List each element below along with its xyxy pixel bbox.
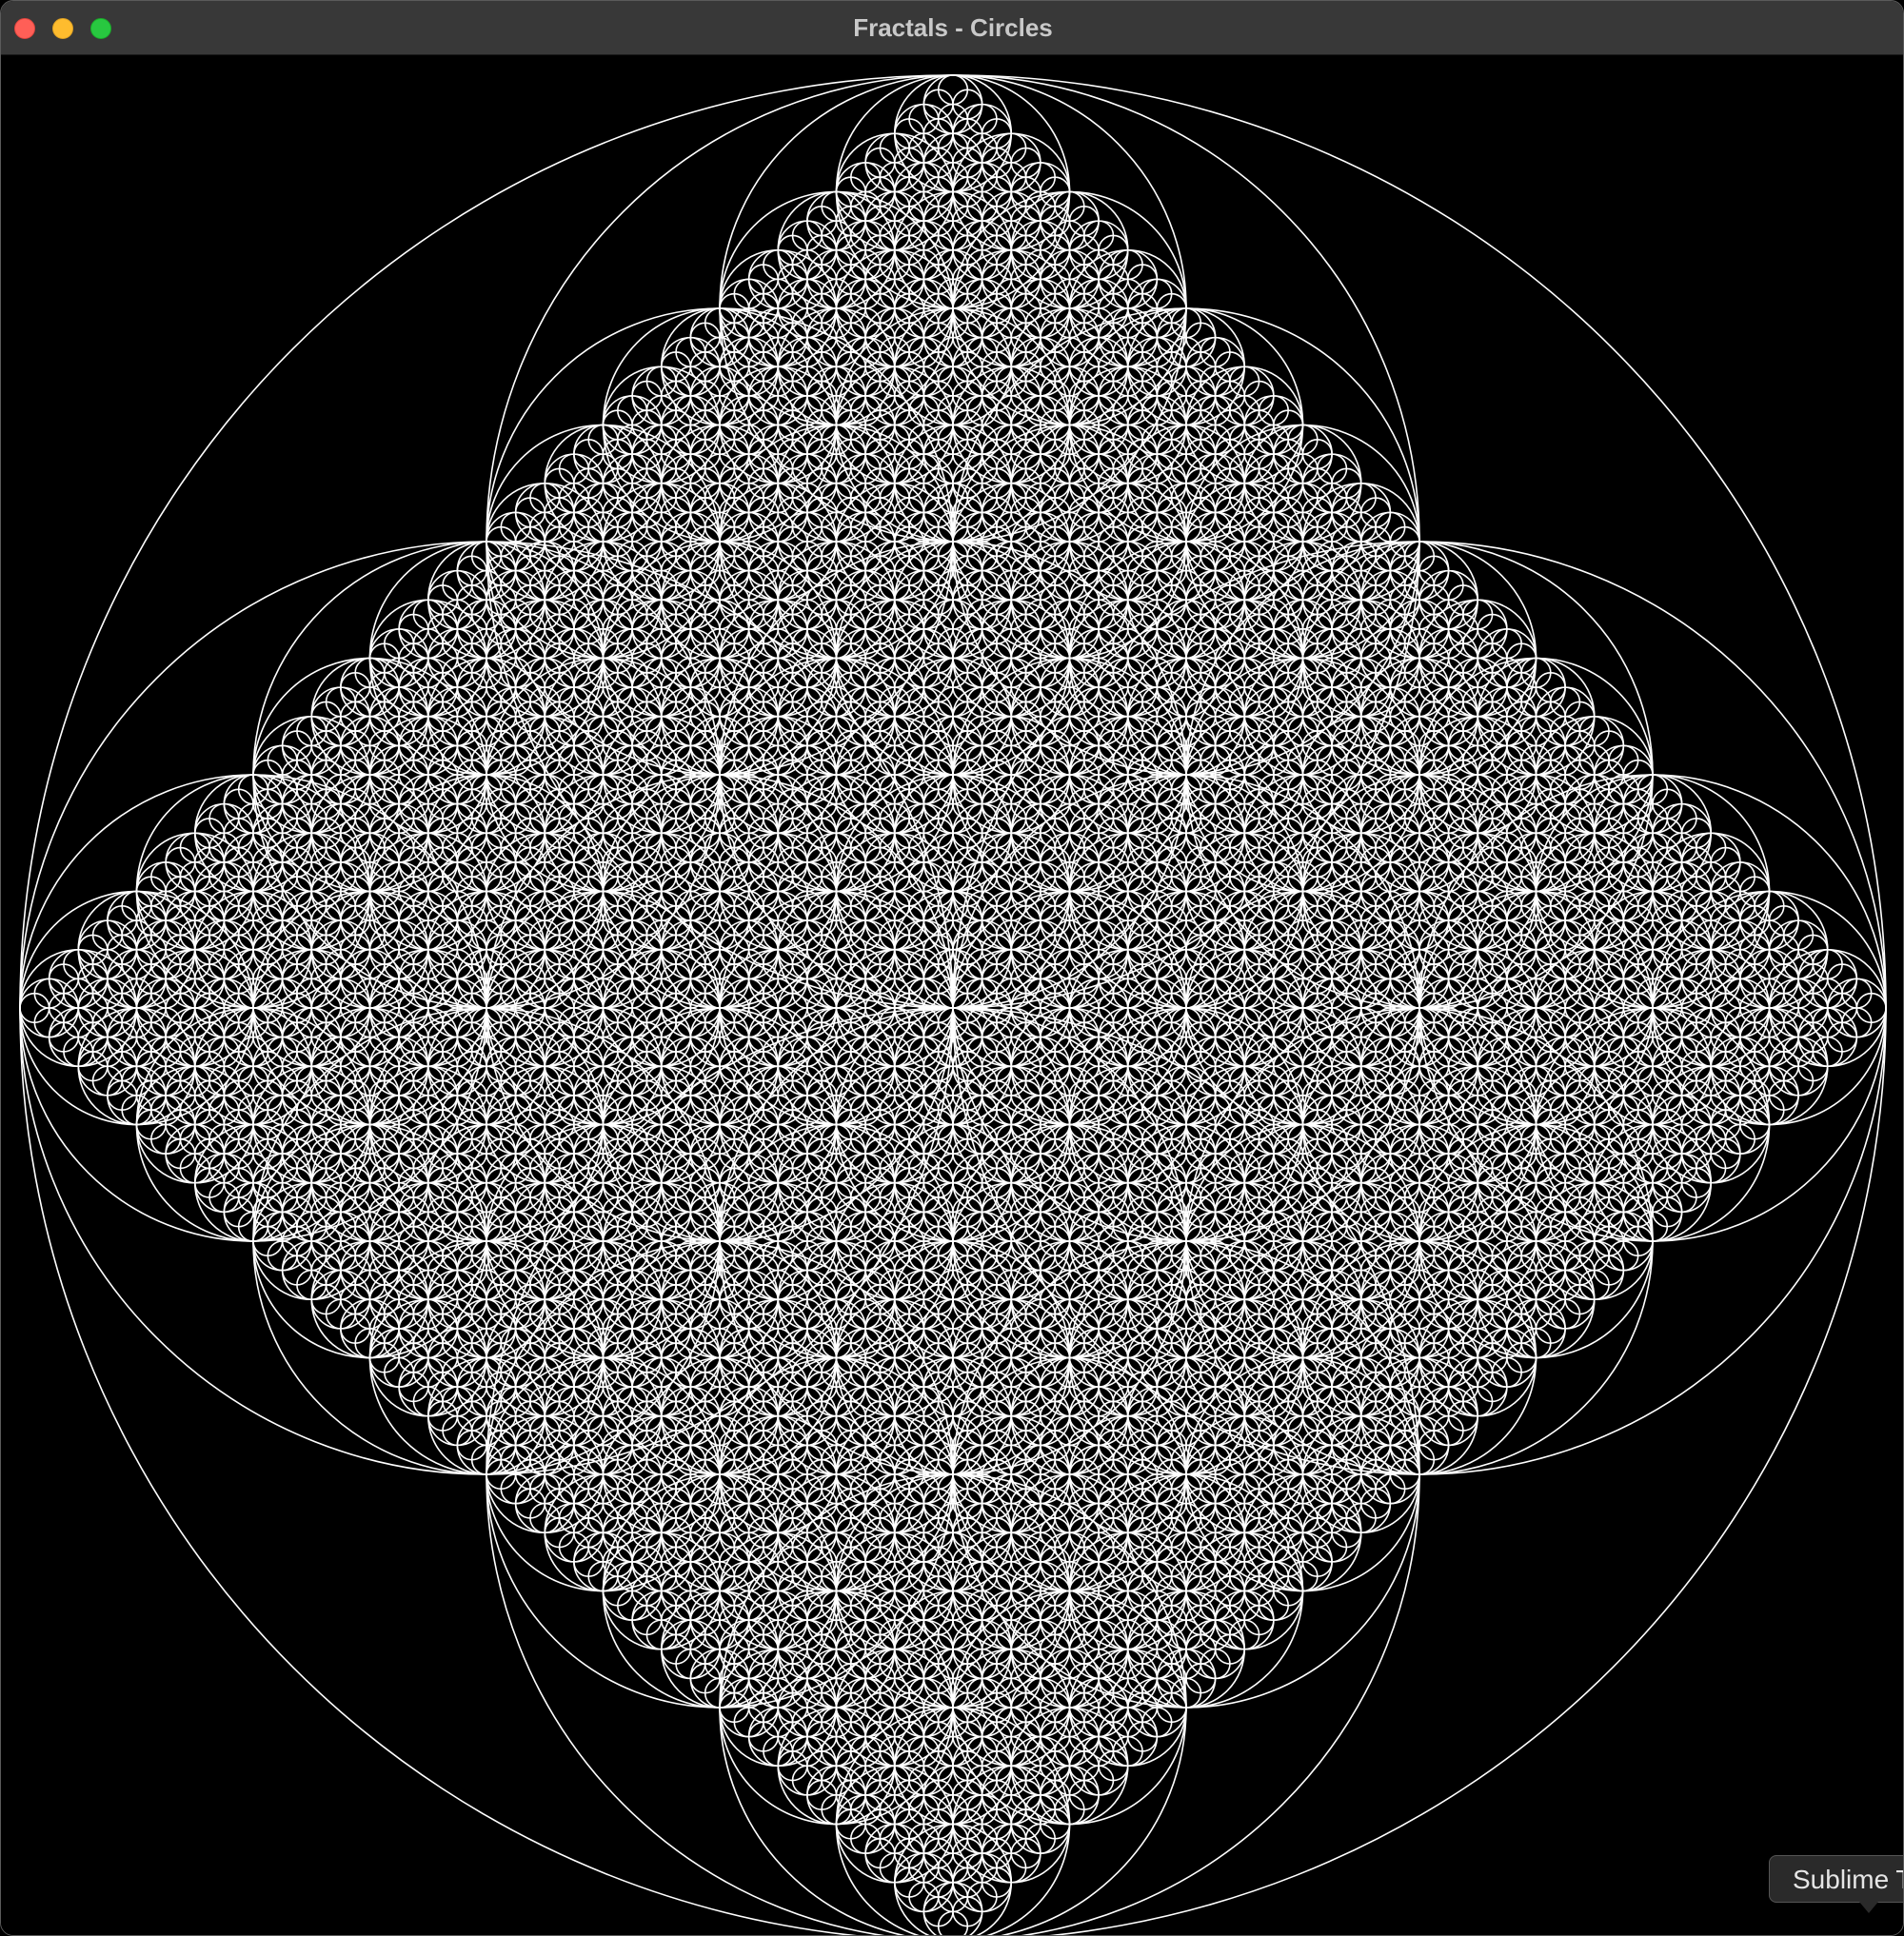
app-window: Fractals - Circles Sublime T [0, 0, 1904, 1936]
window-title: Fractals - Circles [853, 13, 1053, 42]
title-bar[interactable]: Fractals - Circles [1, 1, 1903, 55]
fractal-drawing [19, 74, 1887, 1935]
fractal-canvas[interactable] [1, 55, 1903, 1935]
fractal-circles-group [19, 74, 1887, 1935]
